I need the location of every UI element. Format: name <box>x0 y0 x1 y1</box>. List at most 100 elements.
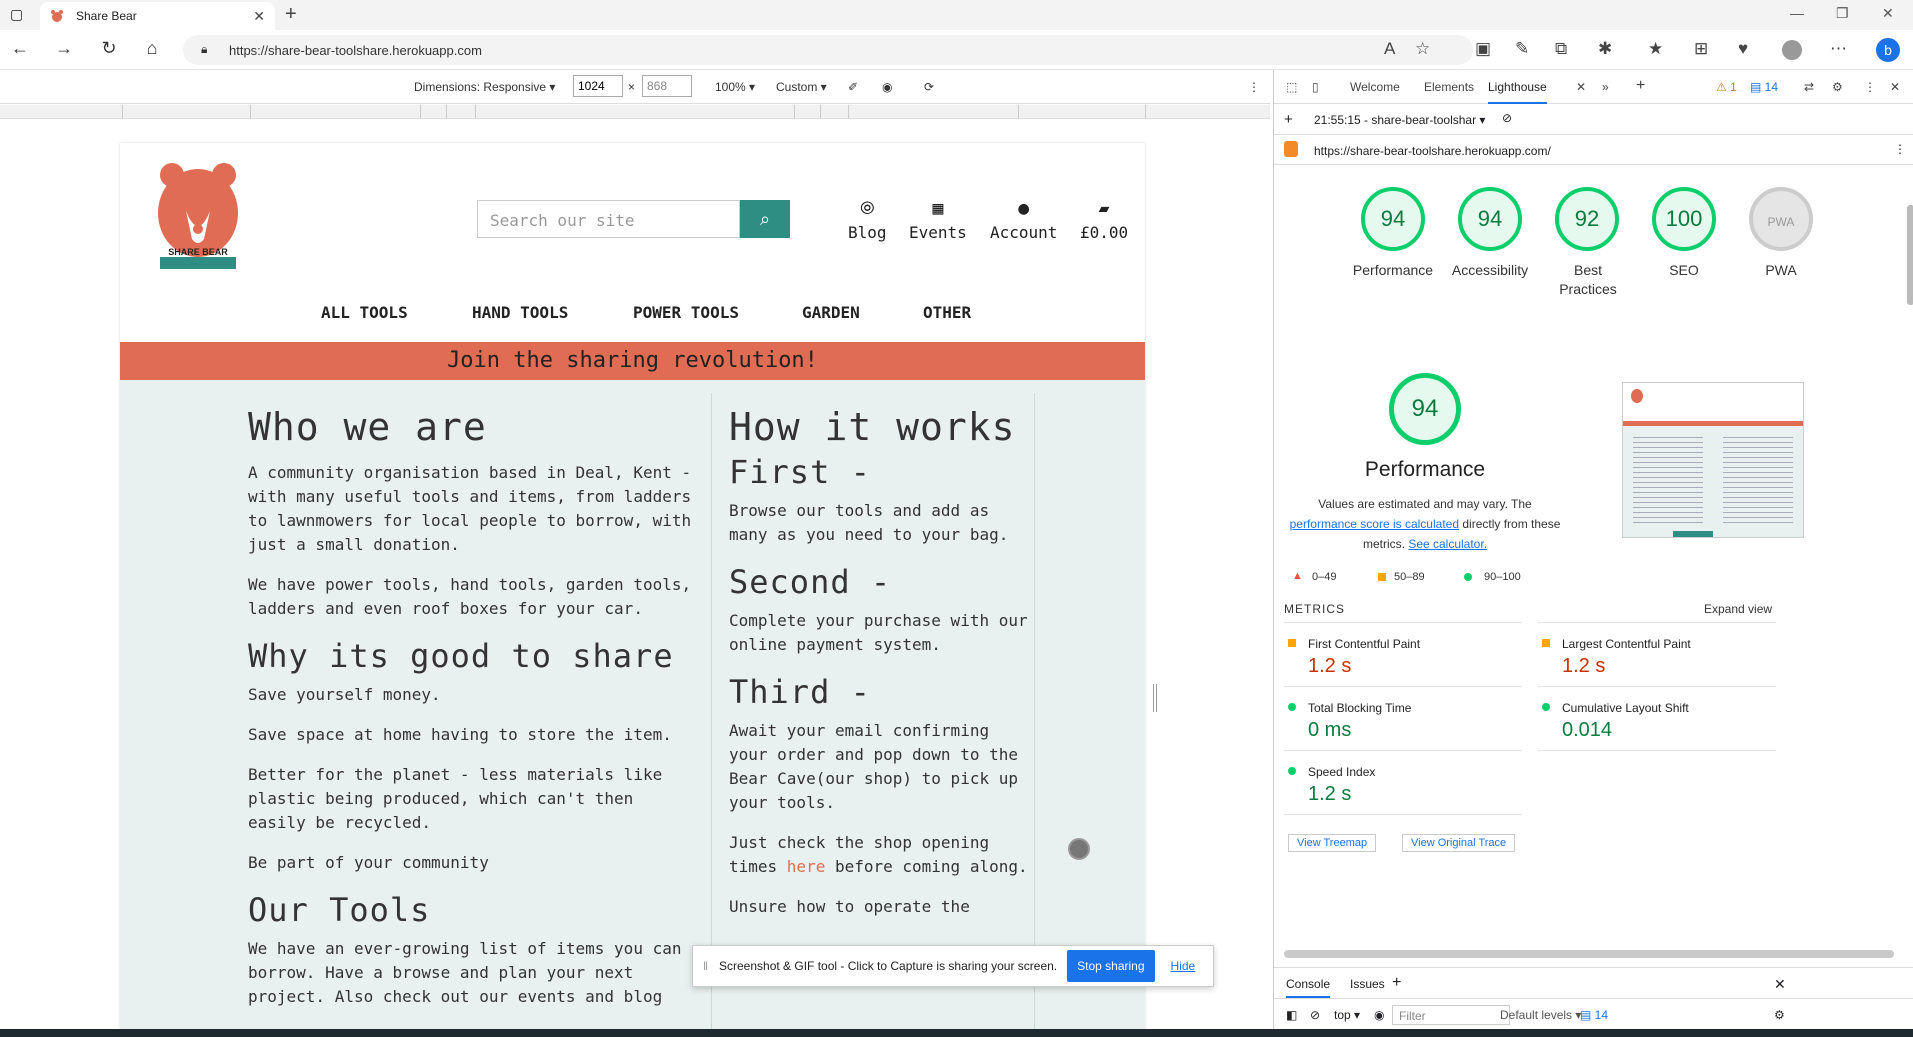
menu-garden[interactable]: GARDEN <box>802 303 860 322</box>
add-drawer-tab-icon[interactable]: + <box>1392 974 1401 992</box>
tab-welcome[interactable]: Welcome <box>1350 80 1400 94</box>
see-calculator-link[interactable]: See calculator. <box>1408 537 1487 551</box>
gauge-best-practices[interactable]: 92 <box>1555 187 1619 251</box>
settings-gear-icon[interactable]: ⚙ <box>1832 80 1843 94</box>
nav-bag[interactable]: ▰ £0.00 <box>1080 198 1128 242</box>
extension-icon[interactable]: ▣ <box>1475 39 1491 59</box>
site-search-input[interactable]: Search our site <box>477 200 740 238</box>
connect-icon[interactable]: ⇄ <box>1804 80 1814 94</box>
close-lighthouse-tab-icon[interactable]: ✕ <box>1576 80 1586 94</box>
view-treemap-button[interactable]: View Treemap <box>1288 834 1377 852</box>
context-selector[interactable]: top ▾ <box>1334 1008 1360 1022</box>
share-bear-logo[interactable]: SHARE BEAR <box>156 161 240 271</box>
eye-icon[interactable]: ◉ <box>882 80 892 94</box>
para-third: Await your email confirming your order a… <box>729 721 1018 812</box>
pen-extension-icon[interactable]: ✎ <box>1515 39 1529 59</box>
device-more-icon[interactable]: ⋮ <box>1248 80 1260 94</box>
browser-tab[interactable]: Share Bear ✕ <box>40 2 275 30</box>
devtools-close-icon[interactable]: ✕ <box>1890 80 1900 94</box>
clear-console-icon[interactable]: ⊘ <box>1310 1008 1320 1022</box>
throttle-dropdown[interactable]: Custom ▾ <box>776 80 827 94</box>
messages-badge[interactable]: ▤ 14 <box>1750 80 1778 94</box>
favorite-star-icon[interactable]: ☆ <box>1415 39 1430 59</box>
restore-icon[interactable]: ❐ <box>1836 5 1849 22</box>
expand-view-toggle[interactable]: Expand view <box>1704 602 1772 616</box>
opening-times-link[interactable]: here <box>787 857 826 876</box>
nav-blog[interactable]: ⦾ Blog <box>848 198 887 242</box>
collections-icon[interactable]: ⊞ <box>1694 39 1708 59</box>
tab-lighthouse[interactable]: Lighthouse <box>1488 80 1547 104</box>
clear-reports-icon[interactable]: ⊘ <box>1502 111 1512 125</box>
vertical-scrollbar[interactable] <box>1907 205 1913 305</box>
url-bar[interactable]: 🔒︎ https://share-bear-toolshare.herokuap… <box>183 35 1473 65</box>
media-query-ruler[interactable] <box>0 105 1270 119</box>
lock-icon[interactable]: 🔒︎ <box>201 42 207 57</box>
more-tabs-icon[interactable]: » <box>1602 80 1609 94</box>
para-unsure: Unsure how to operate the <box>729 897 970 916</box>
refresh-icon[interactable]: ↻ <box>97 38 121 59</box>
profile-avatar[interactable] <box>1782 40 1802 60</box>
report-selector[interactable]: 21:55:15 - share-bear-toolshar ▾ <box>1314 113 1485 127</box>
home-icon[interactable]: ⌂ <box>140 38 164 59</box>
stop-sharing-button[interactable]: Stop sharing <box>1067 950 1155 982</box>
back-icon[interactable]: ← <box>8 38 32 59</box>
view-trace-button[interactable]: View Original Trace <box>1402 834 1516 852</box>
tab-close-icon[interactable]: ✕ <box>253 8 265 25</box>
bing-chat-icon[interactable]: b <box>1876 38 1900 62</box>
menu-power-tools[interactable]: POWER TOOLS <box>633 303 739 322</box>
viewport-height-input[interactable] <box>642 75 692 97</box>
forward-icon[interactable]: → <box>52 38 76 59</box>
gauge-seo[interactable]: 100 <box>1652 187 1716 251</box>
dimensions-dropdown[interactable]: Dimensions: Responsive ▾ <box>414 80 555 94</box>
report-url[interactable]: https://share-bear-toolshare.herokuapp.c… <box>1314 144 1551 158</box>
performance-icon[interactable]: ♥ <box>1738 39 1748 59</box>
nav-account[interactable]: ● Account <box>990 198 1057 242</box>
lighthouse-url-bar: https://share-bear-toolshare.herokuapp.c… <box>1274 135 1913 165</box>
console-settings-icon[interactable]: ⚙ <box>1774 1008 1785 1022</box>
gauge-performance[interactable]: 94 <box>1361 187 1425 251</box>
score-calculated-link[interactable]: performance score is calculated <box>1290 517 1459 531</box>
add-tab-icon[interactable]: + <box>1636 77 1645 95</box>
menu-hand-tools[interactable]: HAND TOOLS <box>472 303 568 322</box>
gauge-accessibility[interactable]: 94 <box>1458 187 1522 251</box>
tab-issues[interactable]: Issues <box>1350 977 1385 991</box>
tab-actions-icon[interactable]: ▢ <box>10 6 23 23</box>
viewport-width-input[interactable] <box>573 75 623 97</box>
warnings-badge[interactable]: ⚠ 1 <box>1716 80 1737 94</box>
report-menu-icon[interactable]: ⋮ <box>1894 142 1906 156</box>
menu-other[interactable]: OTHER <box>923 303 971 322</box>
site-search-button[interactable]: ⌕ <box>740 200 790 238</box>
console-messages-badge[interactable]: ▤ 14 <box>1580 1008 1608 1022</box>
horizontal-scrollbar[interactable] <box>1284 950 1894 958</box>
screen-capture-icon[interactable]: ⧉ <box>1555 39 1567 59</box>
tab-console[interactable]: Console <box>1286 977 1331 998</box>
new-report-icon[interactable]: + <box>1284 111 1293 128</box>
sensor-icon[interactable]: ✐ <box>848 80 858 94</box>
close-drawer-icon[interactable]: ✕ <box>1774 976 1786 993</box>
console-filter-input[interactable]: Filter <box>1392 1005 1510 1025</box>
devtools-tabbar: ⬚ ▯ Welcome Elements Lighthouse ✕ » + ⚠ … <box>1274 70 1913 104</box>
tab-elements[interactable]: Elements <box>1424 80 1474 94</box>
extensions-puzzle-icon[interactable]: ✱ <box>1598 39 1612 59</box>
minimize-icon[interactable]: — <box>1790 5 1804 21</box>
nav-events[interactable]: ▦ Events <box>909 198 967 242</box>
more-menu-icon[interactable]: ⋯ <box>1830 39 1847 59</box>
live-expression-icon[interactable]: ◉ <box>1374 1008 1384 1022</box>
viewport-resize-handle[interactable] <box>1153 684 1157 712</box>
log-levels-dropdown[interactable]: Default levels ▾ <box>1500 1008 1581 1022</box>
menu-all-tools[interactable]: ALL TOOLS <box>321 303 408 322</box>
device-emulation-icon[interactable]: ▯ <box>1312 80 1319 94</box>
read-aloud-icon[interactable]: A <box>1384 39 1395 59</box>
inspect-icon[interactable]: ⬚ <box>1286 80 1297 94</box>
devtools-more-icon[interactable]: ⋮ <box>1864 80 1876 94</box>
sidebar-toggle-icon[interactable]: ◧ <box>1286 1008 1297 1022</box>
new-tab-icon[interactable]: + <box>285 3 297 26</box>
drag-handle-icon[interactable]: ‖ <box>703 959 708 973</box>
zoom-dropdown[interactable]: 100% ▾ <box>715 80 755 94</box>
window-close-icon[interactable]: ✕ <box>1882 5 1894 22</box>
gauge-pwa[interactable]: PWA <box>1749 187 1813 251</box>
favorites-icon[interactable]: ★ <box>1648 39 1663 59</box>
final-screenshot-thumbnail[interactable] <box>1622 382 1804 538</box>
rotate-icon[interactable]: ⟳ <box>924 80 934 94</box>
hide-share-bar-link[interactable]: Hide <box>1171 959 1196 973</box>
